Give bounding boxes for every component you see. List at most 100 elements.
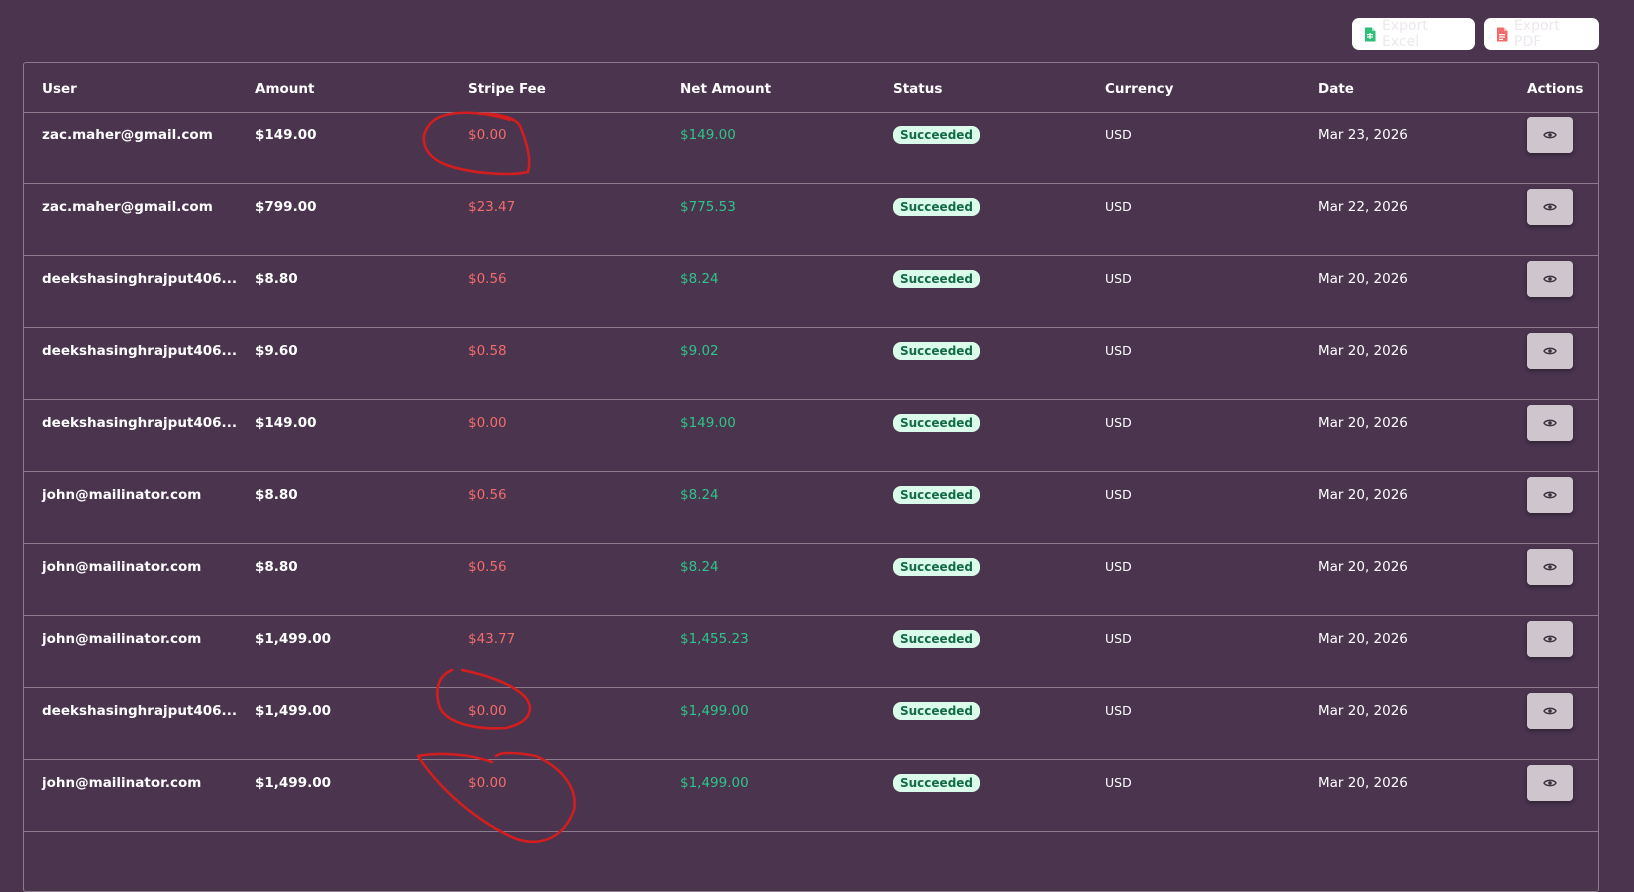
amount: $8.80 (255, 271, 298, 287)
eye-icon (1543, 131, 1557, 139)
table-row: deekshasinghrajput406... $1,499.00 $0.00 $1… (24, 688, 1598, 760)
date: Mar 23, 2026 (1318, 127, 1408, 143)
eye-icon (1543, 203, 1557, 211)
column-header-date: Date (1318, 81, 1354, 97)
view-button[interactable] (1527, 405, 1573, 441)
export-pdf-button[interactable]: Export PDF (1484, 18, 1599, 50)
status-badge: Succeeded (893, 342, 981, 360)
column-header-net-amount: Net Amount (680, 81, 772, 97)
net-amount: $1,499.00 (680, 703, 749, 719)
stripe-fee: $0.00 (468, 415, 507, 431)
currency: USD (1105, 559, 1132, 574)
user-email: john@mailinator.com (42, 559, 202, 575)
table-header: User Amount Stripe Fee Net Amount Status… (24, 63, 1598, 113)
net-amount: $1,499.00 (680, 775, 749, 791)
user-email: john@mailinator.com (42, 487, 202, 503)
view-button[interactable] (1527, 117, 1573, 153)
view-button[interactable] (1527, 261, 1573, 297)
stripe-fee: $0.56 (468, 487, 507, 503)
view-button[interactable] (1527, 189, 1573, 225)
currency: USD (1105, 631, 1132, 646)
view-button[interactable] (1527, 549, 1573, 585)
eye-icon (1543, 779, 1557, 787)
eye-icon (1543, 491, 1557, 499)
net-amount: $775.53 (680, 199, 736, 215)
table-row: deekshasinghrajput406... $9.60 $0.58 $9.02 S… (24, 328, 1598, 400)
eye-icon (1543, 635, 1557, 643)
date: Mar 20, 2026 (1318, 343, 1408, 359)
date: Mar 20, 2026 (1318, 775, 1408, 791)
user-email: deekshasinghrajput406... (42, 271, 237, 287)
table-row: john@mailinator.com $8.80 $0.56 $8.24 Succee… (24, 544, 1598, 616)
column-header-user: User (42, 81, 77, 97)
column-header-amount: Amount (255, 81, 315, 97)
stripe-fee: $23.47 (468, 199, 516, 215)
eye-icon (1543, 347, 1557, 355)
column-header-stripe-fee: Stripe Fee (468, 81, 546, 97)
table-row: zac.maher@gmail.com $149.00 $0.00 $149.00 Su… (24, 112, 1598, 184)
stripe-fee: $0.56 (468, 271, 507, 287)
amount: $149.00 (255, 127, 317, 143)
currency: USD (1105, 487, 1132, 502)
amount: $1,499.00 (255, 703, 332, 719)
currency: USD (1105, 127, 1132, 142)
currency: USD (1105, 415, 1132, 430)
table-row: john@mailinator.com $1,499.00 $43.77 $1,455… (24, 616, 1598, 688)
status-badge: Succeeded (893, 774, 981, 792)
table-row: john@mailinator.com $8.80 $0.56 $8.24 Succee… (24, 472, 1598, 544)
view-button[interactable] (1527, 477, 1573, 513)
view-button[interactable] (1527, 765, 1573, 801)
amount: $1,499.00 (255, 631, 332, 647)
net-amount: $149.00 (680, 127, 736, 143)
view-button[interactable] (1527, 621, 1573, 657)
table-row: deekshasinghrajput406... $8.80 $0.56 $8.24 S… (24, 256, 1598, 328)
net-amount: $149.00 (680, 415, 736, 431)
amount: $8.80 (255, 559, 298, 575)
view-button[interactable] (1527, 333, 1573, 369)
status-badge: Succeeded (893, 414, 981, 432)
stripe-fee: $0.00 (468, 703, 507, 719)
user-email: john@mailinator.com (42, 775, 202, 791)
stripe-fee: $43.77 (468, 631, 516, 647)
table-row: john@mailinator.com $1,499.00 $0.00 $1,499.… (24, 760, 1598, 832)
date: Mar 20, 2026 (1318, 271, 1408, 287)
pdf-file-icon (1497, 27, 1508, 41)
user-email: deekshasinghrajput406... (42, 415, 237, 431)
eye-icon (1543, 563, 1557, 571)
user-email: zac.maher@gmail.com (42, 199, 213, 215)
date: Mar 20, 2026 (1318, 703, 1408, 719)
date: Mar 22, 2026 (1318, 199, 1408, 215)
export-excel-button[interactable]: Export Excel (1352, 18, 1475, 50)
net-amount: $8.24 (680, 487, 719, 503)
column-header-actions: Actions (1527, 81, 1584, 97)
eye-icon (1543, 707, 1557, 715)
view-button[interactable] (1527, 693, 1573, 729)
user-email: john@mailinator.com (42, 631, 202, 647)
eye-icon (1543, 419, 1557, 427)
amount: $8.80 (255, 487, 298, 503)
amount: $9.60 (255, 343, 298, 359)
table-row: deekshasinghrajput406... $149.00 $0.00 $149… (24, 400, 1598, 472)
status-badge: Succeeded (893, 486, 981, 504)
stripe-fee: $0.00 (468, 127, 507, 143)
export-excel-label: Export Excel (1382, 18, 1428, 50)
status-badge: Succeeded (893, 126, 981, 144)
status-badge: Succeeded (893, 702, 981, 720)
amount: $799.00 (255, 199, 317, 215)
currency: USD (1105, 343, 1132, 358)
date: Mar 20, 2026 (1318, 559, 1408, 575)
user-email: deekshasinghrajput406... (42, 343, 237, 359)
table-row: zac.maher@gmail.com $799.00 $23.47 $775.53 S… (24, 184, 1598, 256)
stripe-fee: $0.00 (468, 775, 507, 791)
column-header-status: Status (893, 81, 943, 97)
date: Mar 20, 2026 (1318, 487, 1408, 503)
date: Mar 20, 2026 (1318, 631, 1408, 647)
net-amount: $1,455.23 (680, 631, 749, 647)
spreadsheet-file-icon (1365, 27, 1376, 41)
amount: $149.00 (255, 415, 317, 431)
net-amount: $9.02 (680, 343, 719, 359)
export-toolbar: Export Excel Export PDF (1352, 18, 1599, 50)
payments-table: User Amount Stripe Fee Net Amount Status… (23, 62, 1599, 892)
net-amount: $8.24 (680, 271, 719, 287)
user-email: deekshasinghrajput406... (42, 703, 237, 719)
